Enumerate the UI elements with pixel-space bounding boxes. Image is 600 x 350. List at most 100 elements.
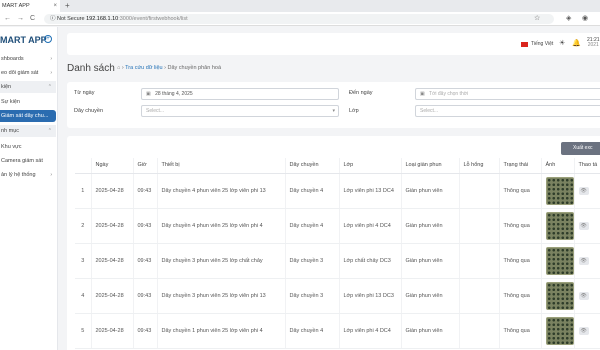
cell-status: Thông qua <box>499 208 542 244</box>
cell-layer: Lớp viên phi 4 DC4 <box>339 208 402 244</box>
forward-button[interactable]: → <box>17 12 24 26</box>
table-row[interactable]: 1 2025-04-28 09:43 Dây chuyền 4 phun viê… <box>75 173 600 209</box>
sidebar-item-monitoring[interactable]: eo dõi giám sát › <box>0 67 56 79</box>
calendar-icon: ▣ <box>146 91 151 97</box>
line-label: Dây chuyền <box>74 108 104 114</box>
from-date-input[interactable]: ▣ 28 tháng 4, 2025 <box>141 88 339 100</box>
view-button[interactable]: 👁 <box>578 221 589 230</box>
calendar-icon: ▣ <box>420 91 425 97</box>
line-select[interactable]: Select... ▾ <box>141 105 339 117</box>
sidebar-item-label: Giám sát dây chu... <box>1 113 49 119</box>
sidebar-item-events-group[interactable]: kiện ⌃ <box>0 81 56 93</box>
cell-image[interactable] <box>541 173 575 209</box>
cell-index: 3 <box>75 243 92 279</box>
url-path: :3000/event/firstwebhook/list <box>118 16 188 22</box>
cell-actions: 👁 <box>574 278 600 314</box>
cell-status: Thông qua <box>499 243 542 279</box>
cell-hole <box>459 173 500 209</box>
cell-actions: 👁 <box>574 173 600 209</box>
table-row[interactable]: 4 2025-04-28 09:43 Dây chuyền 3 phun viê… <box>75 278 600 314</box>
cell-image[interactable] <box>541 208 575 244</box>
col-date[interactable]: Ngày <box>91 158 134 174</box>
table-row[interactable]: 5 2025-04-28 09:43 Dây chuyền 1 phun viê… <box>75 313 600 349</box>
cell-line: Dây chuyền 4 <box>285 313 340 349</box>
cell-status: Thông qua <box>499 173 542 209</box>
layer-label: Lớp <box>349 108 359 114</box>
export-excel-button[interactable]: Xuất exc <box>561 142 600 155</box>
bell-icon[interactable]: 🔔 <box>572 39 581 47</box>
sidebar-item-label: shboards <box>1 56 24 62</box>
language-selector[interactable]: Tiếng Việt <box>531 40 553 48</box>
chevron-right-icon: › <box>50 172 52 178</box>
image-thumbnail[interactable] <box>545 316 573 345</box>
extension-icon[interactable]: ◈ <box>566 12 571 26</box>
cell-layer: Lớp viên phi 4 DC4 <box>339 313 402 349</box>
cell-time: 09:43 <box>133 243 158 279</box>
cell-hole <box>459 313 500 349</box>
clock-date: 2021 <box>587 42 599 48</box>
new-tab-button[interactable]: + <box>65 0 70 12</box>
cell-line: Dây chuyền 3 <box>285 278 340 314</box>
cell-sprayer: Giàn phun viên <box>401 313 460 349</box>
profile-icon[interactable]: ◉ <box>582 12 588 26</box>
cell-image[interactable] <box>541 243 575 279</box>
sidebar-item-system[interactable]: ản lý hệ thống › <box>0 169 56 181</box>
sidebar-item-dashboards[interactable]: shboards › <box>0 53 56 65</box>
cell-image[interactable] <box>541 313 575 349</box>
table-row[interactable]: 2 2025-04-28 09:43 Dây chuyền 4 phun viê… <box>75 208 600 244</box>
browser-tab-bar: MART APP × + <box>0 0 600 12</box>
col-hole[interactable]: Lỗ hổng <box>459 158 500 174</box>
layer-select[interactable]: Select... <box>415 105 600 117</box>
sidebar-item-areas[interactable]: Khu vực <box>0 141 56 153</box>
col-sprayer[interactable]: Loại giàn phun <box>401 158 460 174</box>
image-thumbnail[interactable] <box>545 246 573 275</box>
col-line[interactable]: Dây chuyền <box>285 158 340 174</box>
sidebar-item-label: nh mục <box>1 128 20 134</box>
sidebar-item-line-monitoring[interactable]: Giám sát dây chu... <box>0 110 56 122</box>
cell-layer: Lớp viên phi 13 DC4 <box>339 173 402 209</box>
bookmark-star-icon[interactable]: ☆ <box>534 12 540 26</box>
cell-time: 09:43 <box>133 313 158 349</box>
browser-tab[interactable]: MART APP × <box>0 0 60 12</box>
cell-date: 2025-04-28 <box>91 173 134 209</box>
line-placeholder: Select... <box>146 108 165 114</box>
col-status[interactable]: Trạng thái <box>499 158 542 174</box>
breadcrumb-current: Dây chuyền phân hoá <box>167 65 221 71</box>
layer-placeholder: Select... <box>420 108 439 114</box>
back-button[interactable]: ← <box>4 12 11 26</box>
image-thumbnail[interactable] <box>545 211 573 240</box>
sidebar-item-label: Camera giám sát <box>1 158 43 164</box>
view-button[interactable]: 👁 <box>578 326 589 335</box>
sidebar-item-catalog-group[interactable]: nh mục ⌃ <box>0 125 56 137</box>
col-layer[interactable]: Lớp <box>339 158 402 174</box>
address-bar[interactable]: ⓘ Not Secure 192.168.1.10:3000/event/fir… <box>44 14 554 24</box>
chevron-up-icon: ⌃ <box>47 128 52 134</box>
to-date-input[interactable]: ▣ Tới đây chọn thời <box>415 88 600 100</box>
sidebar-item-cameras[interactable]: Camera giám sát <box>0 155 56 167</box>
sun-icon[interactable]: ☀ <box>559 39 565 47</box>
cell-layer: Lớp chất chảy DC3 <box>339 243 402 279</box>
to-date-placeholder: Tới đây chọn thời <box>429 91 469 97</box>
breadcrumb-lookup[interactable]: Tra cứu dữ liệu <box>125 65 162 71</box>
cell-index: 2 <box>75 208 92 244</box>
col-time[interactable]: Giờ <box>133 158 158 174</box>
sidebar-item-label: Sự kiện <box>1 99 20 105</box>
view-button[interactable]: 👁 <box>578 291 589 300</box>
plus-circle-icon[interactable]: + <box>44 35 52 43</box>
sidebar-item-events[interactable]: Sự kiện <box>0 96 56 108</box>
view-button[interactable]: 👁 <box>578 256 589 265</box>
not-secure-label: Not Secure <box>57 16 85 22</box>
image-thumbnail[interactable] <box>545 176 573 205</box>
col-device[interactable]: Thiết bị <box>157 158 286 174</box>
image-thumbnail[interactable] <box>545 281 573 310</box>
home-icon[interactable]: ⌂ <box>117 65 120 71</box>
browser-toolbar: ← → C ⓘ Not Secure 192.168.1.10:3000/eve… <box>0 12 600 26</box>
cell-actions: 👁 <box>574 208 600 244</box>
tab-close-icon[interactable]: × <box>53 0 57 12</box>
table-row[interactable]: 3 2025-04-28 09:43 Dây chuyền 3 phun viê… <box>75 243 600 279</box>
breadcrumb-separator: › <box>164 65 166 71</box>
view-button[interactable]: 👁 <box>578 186 589 195</box>
reload-button[interactable]: C <box>30 12 35 26</box>
filter-panel: Từ ngày ▣ 28 tháng 4, 2025 Đến ngày ▣ Tớ… <box>67 82 600 128</box>
cell-image[interactable] <box>541 278 575 314</box>
